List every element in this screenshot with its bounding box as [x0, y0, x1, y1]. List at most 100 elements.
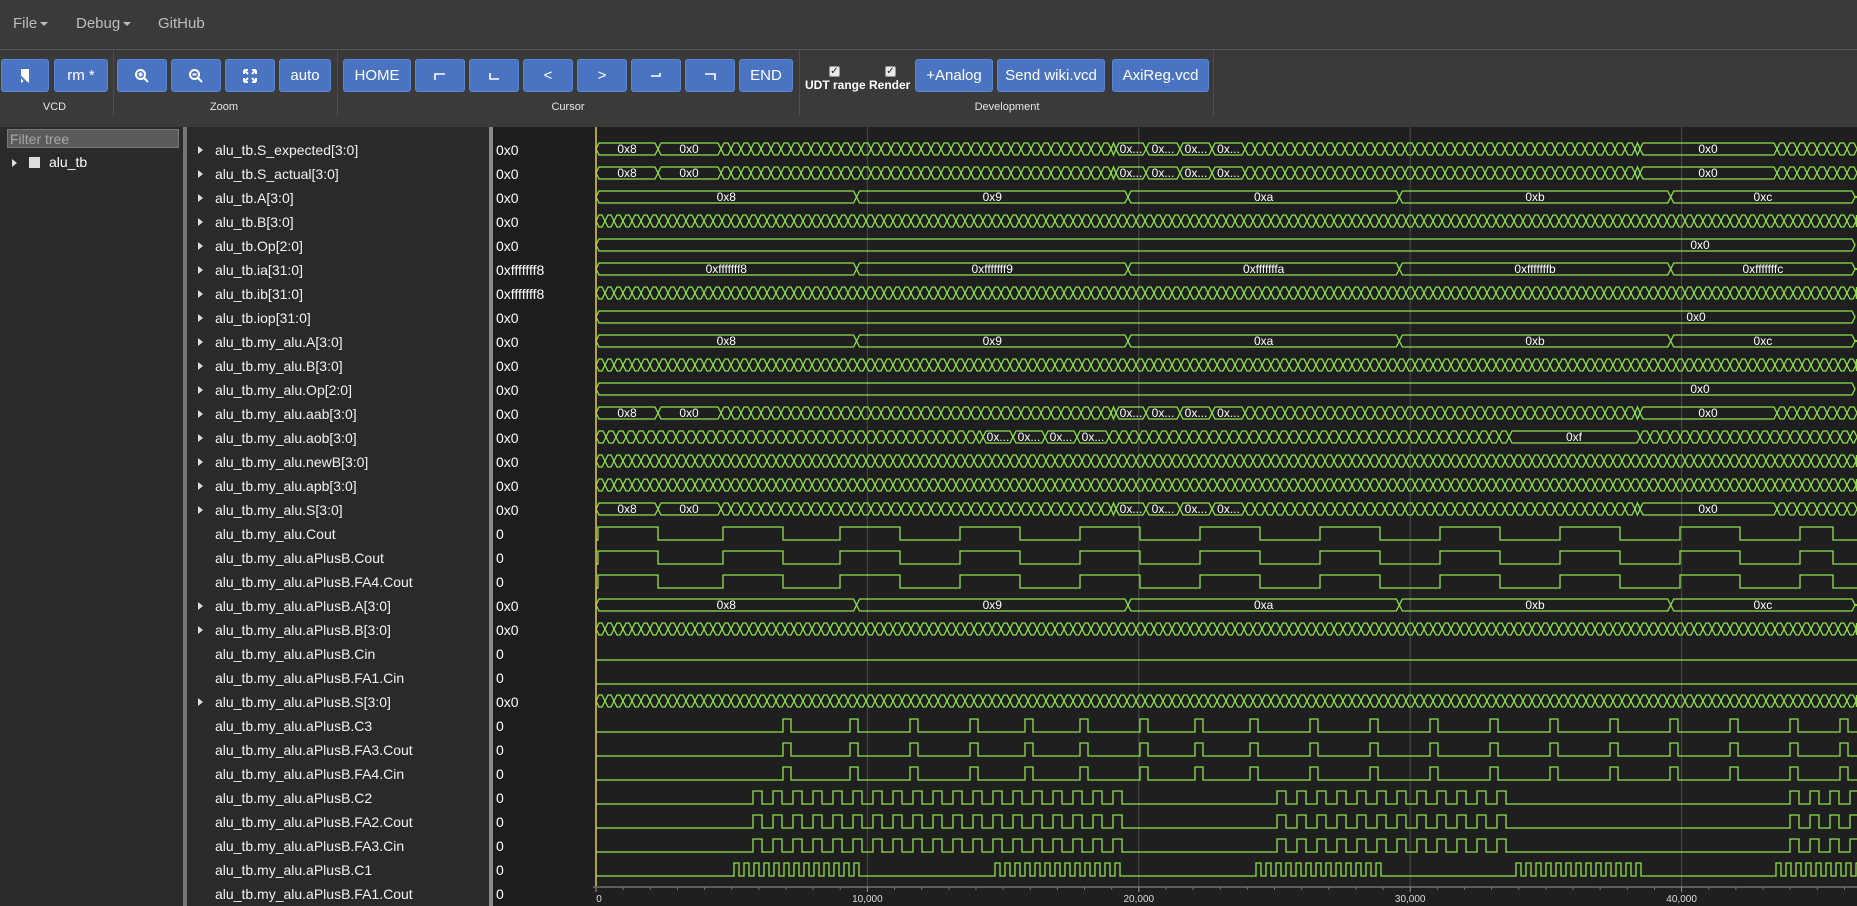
- signal-row[interactable]: alu_tb.my_alu.aob[3:0]: [187, 427, 489, 451]
- signal-row[interactable]: alu_tb.my_alu.aab[3:0]: [187, 403, 489, 427]
- zoom-fit-button[interactable]: [225, 59, 275, 92]
- expand-arrow-icon[interactable]: [198, 362, 203, 370]
- expand-arrow-icon[interactable]: [198, 458, 203, 466]
- next-edge-button[interactable]: [631, 59, 681, 92]
- expand-arrow-icon[interactable]: [198, 194, 203, 202]
- expand-arrow-icon[interactable]: [198, 482, 203, 490]
- signal-row[interactable]: alu_tb.S_actual[3:0]: [187, 163, 489, 187]
- udt-range-checkbox[interactable]: ✓: [829, 66, 840, 77]
- signal-row[interactable]: alu_tb.my_alu.aPlusB.C3: [187, 715, 489, 739]
- bus-segment: [1315, 478, 1326, 492]
- bus-segment: [1776, 502, 1788, 516]
- bus-segment: [1786, 166, 1798, 180]
- prev-button[interactable]: <: [523, 59, 573, 92]
- bus-segment: [730, 358, 741, 372]
- signal-row[interactable]: alu_tb.my_alu.Cout: [187, 523, 489, 547]
- signal-row[interactable]: alu_tb.ib[31:0]: [187, 283, 489, 307]
- signal-row[interactable]: alu_tb.A[3:0]: [187, 187, 489, 211]
- bus-segment: [1090, 622, 1101, 636]
- signal-row[interactable]: alu_tb.my_alu.aPlusB.FA4.Cin: [187, 763, 489, 787]
- signal-row[interactable]: alu_tb.my_alu.aPlusB.A[3:0]: [187, 595, 489, 619]
- bus-segment: [885, 430, 897, 444]
- last-edge-button[interactable]: [685, 59, 735, 92]
- bus-segment: [1054, 478, 1065, 492]
- expand-arrow-icon[interactable]: [198, 170, 203, 178]
- signal-row[interactable]: alu_tb.my_alu.apb[3:0]: [187, 475, 489, 499]
- bus-segment: [1180, 214, 1191, 228]
- expand-arrow-icon[interactable]: [198, 314, 203, 322]
- bus-segment: [622, 358, 633, 372]
- waveform-pane[interactable]: 0x8 0x0 0x... 0x... 0x... 0x... 0x0 0x8 0x0 0x...…: [593, 127, 1857, 906]
- signal-row[interactable]: alu_tb.my_alu.aPlusB.S[3:0]: [187, 691, 489, 715]
- bus-segment: [1450, 454, 1461, 468]
- home-button[interactable]: HOME: [343, 59, 411, 92]
- signal-row[interactable]: alu_tb.iop[31:0]: [187, 307, 489, 331]
- signal-row[interactable]: alu_tb.my_alu.aPlusB.B[3:0]: [187, 619, 489, 643]
- signal-row[interactable]: alu_tb.my_alu.aPlusB.Cin: [187, 643, 489, 667]
- signal-row[interactable]: alu_tb.my_alu.aPlusB.FA2.Cout: [187, 811, 489, 835]
- axireg-button[interactable]: AxiReg.vcd: [1112, 59, 1209, 92]
- bus-segment: [1604, 142, 1616, 156]
- expand-arrow-icon[interactable]: [198, 338, 203, 346]
- signal-row[interactable]: alu_tb.my_alu.aPlusB.FA3.Cin: [187, 835, 489, 859]
- signal-row[interactable]: alu_tb.my_alu.aPlusB.FA4.Cout: [187, 571, 489, 595]
- tree-node-alu-tb[interactable]: alu_tb: [12, 154, 87, 170]
- expand-arrow-icon[interactable]: [12, 159, 17, 167]
- signal-row[interactable]: alu_tb.my_alu.S[3:0]: [187, 499, 489, 523]
- bus-segment: [1584, 406, 1596, 420]
- expand-arrow-icon[interactable]: [198, 434, 203, 442]
- expand-arrow-icon[interactable]: [198, 242, 203, 250]
- bus-segment: [919, 358, 930, 372]
- signal-row[interactable]: alu_tb.my_alu.B[3:0]: [187, 355, 489, 379]
- bus-value-label: 0x...: [1217, 142, 1240, 156]
- first-edge-button[interactable]: [415, 59, 465, 92]
- expand-arrow-icon[interactable]: [198, 218, 203, 226]
- signal-row[interactable]: alu_tb.ia[31:0]: [187, 259, 489, 283]
- rm-button[interactable]: rm *: [54, 59, 108, 92]
- expand-arrow-icon[interactable]: [198, 506, 203, 514]
- debug-menu[interactable]: Debug: [76, 15, 132, 32]
- bookmark-button[interactable]: [1, 59, 49, 92]
- bus-segment: [676, 454, 687, 468]
- github-link[interactable]: GitHub: [158, 15, 205, 32]
- end-button[interactable]: END: [739, 59, 793, 92]
- signal-row[interactable]: alu_tb.my_alu.A[3:0]: [187, 331, 489, 355]
- signal-row[interactable]: alu_tb.my_alu.Op[2:0]: [187, 379, 489, 403]
- zoom-auto-button[interactable]: auto: [279, 59, 331, 92]
- next-button[interactable]: >: [577, 59, 627, 92]
- expand-arrow-icon[interactable]: [198, 410, 203, 418]
- expand-arrow-icon[interactable]: [198, 146, 203, 154]
- waveform-canvas[interactable]: 0x8 0x0 0x... 0x... 0x... 0x... 0x00x8 0x0 0x...…: [593, 127, 1857, 906]
- signal-row[interactable]: alu_tb.my_alu.aPlusB.Cout: [187, 547, 489, 571]
- signal-row[interactable]: alu_tb.my_alu.aPlusB.FA1.Cout: [187, 883, 489, 906]
- filter-tree-input[interactable]: [7, 129, 179, 148]
- signal-row[interactable]: alu_tb.S_expected[3:0]: [187, 139, 489, 163]
- bus-segment: [1774, 622, 1785, 636]
- expand-arrow-icon[interactable]: [198, 602, 203, 610]
- zoom-out-button[interactable]: [171, 59, 221, 92]
- bus-segment: [703, 694, 714, 708]
- bus-segment: [1108, 214, 1119, 228]
- bus-segment: [838, 214, 849, 228]
- expand-arrow-icon[interactable]: [198, 698, 203, 706]
- bus-segment: [604, 622, 615, 636]
- bus-segment: [829, 622, 840, 636]
- bus-segment: [1567, 214, 1578, 228]
- signal-row[interactable]: alu_tb.my_alu.aPlusB.C1: [187, 859, 489, 883]
- signal-row[interactable]: alu_tb.my_alu.newB[3:0]: [187, 451, 489, 475]
- signal-row[interactable]: alu_tb.Op[2:0]: [187, 235, 489, 259]
- send-wiki-button[interactable]: Send wiki.vcd: [997, 59, 1105, 92]
- expand-arrow-icon[interactable]: [198, 266, 203, 274]
- expand-arrow-icon[interactable]: [198, 290, 203, 298]
- zoom-in-button[interactable]: [117, 59, 167, 92]
- file-menu[interactable]: File: [13, 15, 49, 32]
- add-analog-button[interactable]: +Analog: [915, 59, 993, 92]
- signal-row[interactable]: alu_tb.my_alu.aPlusB.C2: [187, 787, 489, 811]
- signal-row[interactable]: alu_tb.my_alu.aPlusB.FA3.Cout: [187, 739, 489, 763]
- expand-arrow-icon[interactable]: [198, 386, 203, 394]
- expand-arrow-icon[interactable]: [198, 626, 203, 634]
- signal-row[interactable]: alu_tb.my_alu.aPlusB.FA1.Cin: [187, 667, 489, 691]
- prev-edge-button[interactable]: [469, 59, 519, 92]
- render-checkbox[interactable]: ✓: [885, 66, 896, 77]
- signal-row[interactable]: alu_tb.B[3:0]: [187, 211, 489, 235]
